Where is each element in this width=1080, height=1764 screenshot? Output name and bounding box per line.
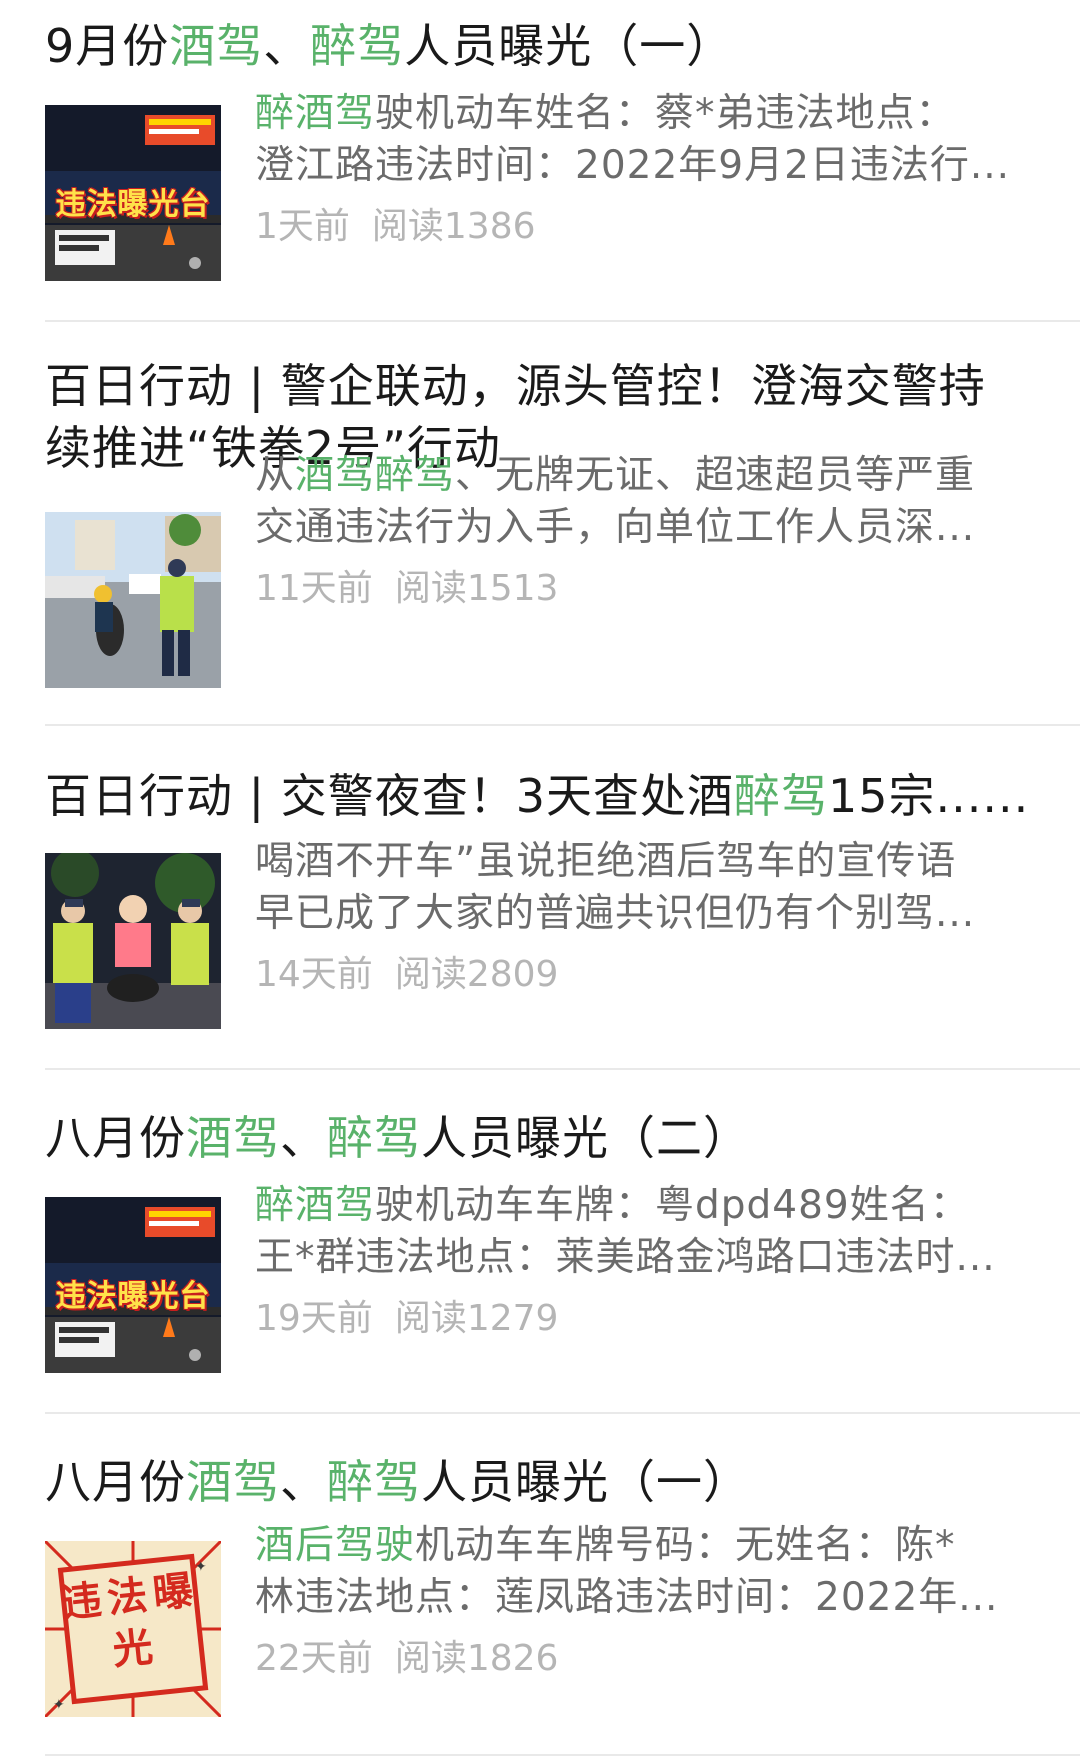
article-thumbnail[interactable] (45, 512, 221, 688)
text-segment: 人员曝光（一） (404, 19, 734, 73)
text-line: 林违法地点：莲凤路违法时间：2022年... (255, 1572, 1035, 1624)
text-segment: 八月份 (45, 1455, 186, 1509)
text-segment: 人员曝光（二） (421, 1111, 750, 1165)
divider (45, 1068, 1080, 1070)
text-line: 酒后驾驶机动车车牌号码：无姓名：陈* (255, 1520, 1035, 1572)
text-line: 醉酒驾驶机动车车牌：粤dpd489姓名： (255, 1180, 1035, 1232)
article-summary[interactable]: 醉酒驾驶机动车车牌：粤dpd489姓名： 王*群违法地点：莱美路金鸿路口违法时..… (255, 1180, 1035, 1284)
article-thumbnail[interactable]: 违法曝光台 (45, 105, 221, 281)
publish-time: 1天前 (255, 206, 350, 247)
text-segment: 喝酒不开车”虽说拒绝酒后驾车的宣传语 (255, 839, 957, 884)
article-thumbnail[interactable]: ✦ ✦ 违法曝光 (45, 1541, 221, 1717)
article-meta: 19天前 阅读1279 (255, 1297, 558, 1341)
article-title[interactable]: 百日行动 | 交警夜查！3天查处酒醉驾15宗...... (45, 765, 1028, 827)
text-segment: 15宗...... (828, 769, 1030, 823)
article-title[interactable]: 9月份酒驾、醉驾人员曝光（一） (45, 15, 1005, 77)
article-summary[interactable]: 从酒驾醉驾、无牌无证、超速超员等严重 交通违法行为入手，向单位工作人员深... (255, 450, 1035, 554)
divider (45, 1412, 1080, 1414)
divider (45, 724, 1080, 726)
article-title[interactable]: 八月份酒驾、醉驾人员曝光（一） (45, 1451, 1005, 1513)
text-line: 早已成了大家的普遍共识但仍有个别驾... (255, 888, 1035, 940)
text-line: 喝酒不开车”虽说拒绝酒后驾车的宣传语 (255, 836, 1035, 888)
night-police-image (45, 853, 221, 1029)
article-meta: 11天前 阅读1513 (255, 567, 558, 611)
text-segment: 百日行动 | 警企联动，源头管控！澄海交警持 (45, 359, 986, 413)
text-segment: 八月份 (45, 1111, 186, 1165)
publish-time: 22天前 (255, 1638, 373, 1679)
article-summary[interactable]: 喝酒不开车”虽说拒绝酒后驾车的宣传语 早已成了大家的普遍共识但仍有个别驾... (255, 836, 1035, 940)
divider (45, 320, 1080, 322)
text-segment: 机动车车牌号码：无姓名：陈* (415, 1523, 956, 1568)
keyword-highlight: 醉驾 (734, 769, 829, 823)
text-segment: 驶机动车姓名：蔡*弟违法地点： (375, 91, 956, 136)
read-count: 阅读1386 (371, 206, 536, 247)
svg-text:✦: ✦ (53, 1697, 65, 1713)
keyword-highlight: 酒后驾驶 (255, 1523, 416, 1568)
article-meta: 1天前 阅读1386 (255, 205, 536, 249)
text-line: 醉酒驾驶机动车姓名：蔡*弟违法地点： (255, 88, 1035, 140)
text-segment: 、无牌无证、超速超员等严重 (455, 453, 976, 498)
thumbnail-caption: 违法曝光台 (55, 1279, 211, 1314)
read-count: 阅读1513 (394, 568, 559, 609)
publish-time: 14天前 (255, 954, 373, 995)
keyword-highlight: 酒驾 (186, 1111, 280, 1165)
text-line: 百日行动 | 交警夜查！3天查处酒醉驾15宗...... (45, 765, 1028, 827)
divider (45, 1754, 1080, 1756)
keyword-highlight: 酒驾醉驾 (295, 453, 456, 498)
street-police-image (45, 512, 221, 688)
keyword-highlight: 醉驾 (310, 19, 405, 73)
text-line: 百日行动 | 警企联动，源头管控！澄海交警持 (45, 355, 1005, 417)
thumbnail-caption: 违法曝光 (59, 1567, 202, 1675)
read-count: 阅读1279 (394, 1298, 559, 1339)
keyword-highlight: 醉驾 (327, 1455, 421, 1509)
text-segment: 交通违法行为入手，向单位工作人员深... (255, 505, 976, 550)
text-segment: 从 (255, 453, 296, 498)
text-segment: 澄江路违法时间：2022年9月2日违法行... (255, 143, 1011, 188)
text-segment: 驶机动车车牌：粤dpd489姓名： (375, 1183, 970, 1228)
text-segment: 、 (280, 1455, 327, 1509)
text-segment: 人员曝光（一） (421, 1455, 750, 1509)
text-line: 王*群违法地点：莱美路金鸿路口违法时... (255, 1232, 1035, 1284)
keyword-highlight: 醉驾 (327, 1111, 421, 1165)
text-segment: 、 (263, 19, 311, 73)
text-line: 交通违法行为入手，向单位工作人员深... (255, 502, 1035, 554)
article-summary[interactable]: 酒后驾驶机动车车牌号码：无姓名：陈* 林违法地点：莲凤路违法时间：2022年... (255, 1520, 1035, 1624)
article-meta: 22天前 阅读1826 (255, 1637, 558, 1681)
article-thumbnail[interactable]: 违法曝光台 (45, 1197, 221, 1373)
keyword-highlight: 酒驾 (186, 1455, 280, 1509)
article-title[interactable]: 八月份酒驾、醉驾人员曝光（二） (45, 1107, 1005, 1169)
read-count: 阅读1826 (394, 1638, 559, 1679)
text-segment: 早已成了大家的普遍共识但仍有个别驾... (255, 891, 976, 936)
text-line: 八月份酒驾、醉驾人员曝光（一） (45, 1451, 1005, 1513)
text-line: 从酒驾醉驾、无牌无证、超速超员等严重 (255, 450, 1035, 502)
text-segment: 王*群违法地点：莱美路金鸿路口违法时... (255, 1235, 996, 1280)
article-thumbnail[interactable] (45, 853, 221, 1029)
article-summary[interactable]: 醉酒驾驶机动车姓名：蔡*弟违法地点： 澄江路违法时间：2022年9月2日违法行..… (255, 88, 1035, 192)
publish-time: 11天前 (255, 568, 373, 609)
text-line: 9月份酒驾、醉驾人员曝光（一） (45, 15, 1005, 77)
text-segment: 百日行动 | 交警夜查！3天查处酒 (45, 769, 735, 823)
article-feed: 9月份酒驾、醉驾人员曝光（一） 违法曝光台 醉酒驾驶机动车姓名：蔡*弟违法地点：… (0, 0, 1080, 1764)
keyword-highlight: 醉酒驾 (255, 91, 376, 136)
text-line: 八月份酒驾、醉驾人员曝光（二） (45, 1107, 1005, 1169)
thumbnail-caption: 违法曝光台 (55, 187, 211, 222)
text-line: 澄江路违法时间：2022年9月2日违法行... (255, 140, 1035, 192)
text-segment: 、 (280, 1111, 327, 1165)
keyword-highlight: 醉酒驾 (255, 1183, 376, 1228)
publish-time: 19天前 (255, 1298, 373, 1339)
text-segment: 林违法地点：莲凤路违法时间：2022年... (255, 1575, 999, 1620)
text-segment: 9月份 (45, 19, 170, 73)
keyword-highlight: 酒驾 (169, 19, 264, 73)
article-meta: 14天前 阅读2809 (255, 953, 558, 997)
read-count: 阅读2809 (394, 954, 559, 995)
